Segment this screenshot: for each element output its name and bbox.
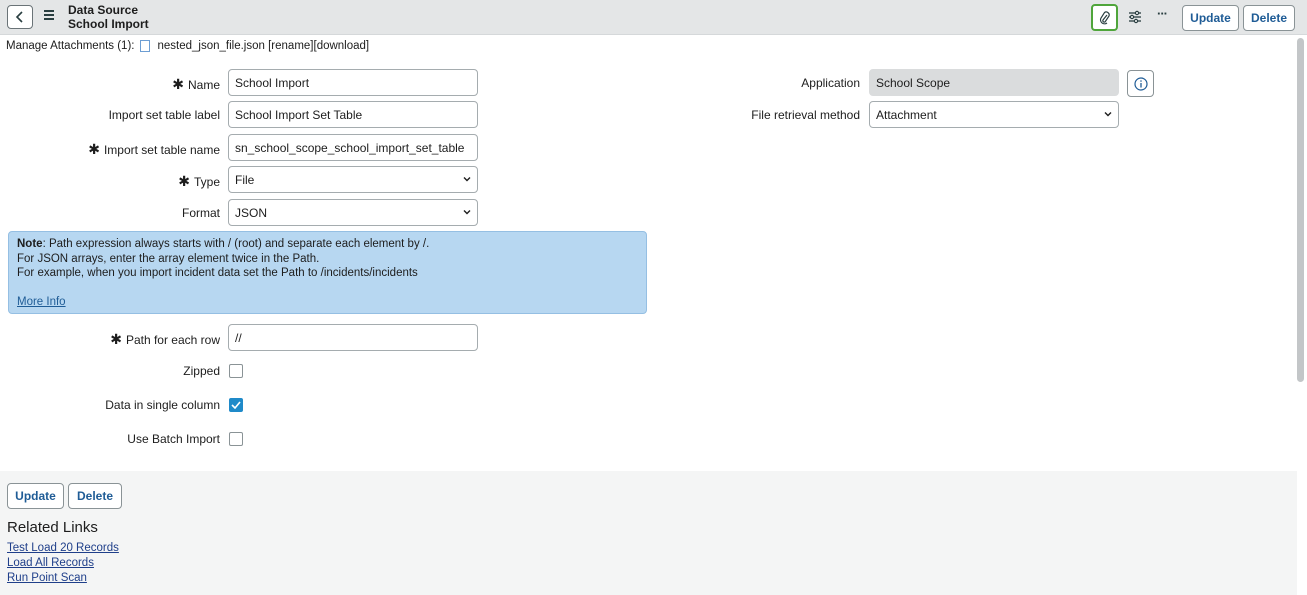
attachment-download-link[interactable]: [download] [314,40,370,52]
data-in-single-column-checkbox[interactable] [229,398,243,412]
info-icon [1133,76,1148,91]
related-links-heading: Related Links [7,519,98,536]
file-retrieval-method-label: File retrieval method [751,108,860,122]
header-update-button[interactable]: Update [1182,5,1239,31]
paperclip-icon [1099,10,1110,24]
mandatory-icon: ✱ [172,76,184,92]
path-for-each-row-label: ✱ Path for each row [110,331,220,347]
import-set-table-name-field[interactable]: sn_school_scope_school_import_set_table [228,134,478,161]
note-line-3: For example, when you import incident da… [17,267,418,279]
import-set-table-label-field[interactable]: School Import Set Table [228,101,478,128]
path-note: Note: Path expression always starts with… [8,231,647,314]
footer-delete-button[interactable]: Delete [68,483,122,509]
application-info-button[interactable] [1127,70,1154,97]
mandatory-icon: ✱ [110,331,122,347]
run-point-scan-link[interactable]: Run Point Scan [7,572,87,584]
footer-update-button[interactable]: Update [7,483,64,509]
zipped-checkbox[interactable] [229,364,243,378]
name-field[interactable]: School Import [228,69,478,96]
chevron-left-icon [15,11,23,23]
chevron-down-icon [463,177,471,182]
import-set-table-name-label: ✱ Import set table name [88,141,220,157]
personalize-form-button[interactable] [1127,9,1143,25]
form-title-record: School Import [68,17,149,31]
path-for-each-row-field[interactable]: // [228,324,478,351]
load-all-records-link[interactable]: Load All Records [7,557,94,569]
file-retrieval-method-value: Attachment [876,107,937,122]
type-select[interactable]: File [228,166,478,193]
type-label: ✱ Type [178,173,220,189]
manage-attachments: Manage Attachments (1): nested_json_file… [6,40,369,52]
type-select-value: File [235,172,255,187]
attachment-button[interactable] [1091,4,1118,31]
attachment-rename-link[interactable]: [rename] [268,40,313,52]
header-delete-button[interactable]: Delete [1243,5,1295,31]
form-footer [0,471,1297,595]
zipped-label: Zipped [183,364,220,378]
import-set-table-label-label: Import set table label [108,108,220,122]
application-field: School Scope [869,69,1119,96]
note-line-1: : Path expression always starts with / (… [42,238,430,250]
file-retrieval-method-select[interactable]: Attachment [869,101,1119,128]
note-title: Note [17,238,43,250]
more-info-link[interactable]: More Info [17,295,66,310]
form-title-table: Data Source [68,3,139,17]
form-header: Data Source School Import ··· Update Del… [0,0,1307,35]
menu-icon[interactable] [44,10,54,22]
note-line-2: For JSON arrays, enter the array element… [17,252,320,265]
mandatory-icon: ✱ [178,173,190,189]
chevron-down-icon [1104,112,1112,117]
chevron-down-icon [463,210,471,215]
data-in-single-column-label: Data in single column [105,398,220,412]
manage-attachments-label[interactable]: Manage Attachments (1): [6,40,134,52]
application-label: Application [801,76,860,90]
name-label: ✱ Name [172,76,220,92]
use-batch-import-checkbox[interactable] [229,432,243,446]
use-batch-import-label: Use Batch Import [127,432,220,446]
test-load-20-records-link[interactable]: Test Load 20 Records [7,542,119,554]
sliders-icon [1129,10,1141,24]
scrollbar[interactable] [1297,38,1304,382]
back-button[interactable] [7,5,33,29]
checkmark-icon [231,401,241,409]
format-select[interactable]: JSON [228,199,478,226]
file-icon [140,40,151,52]
more-options-button[interactable]: ··· [1157,6,1168,21]
form-title: Data Source School Import [68,3,149,31]
format-select-value: JSON [235,205,268,220]
format-label: Format [181,206,220,220]
mandatory-icon: ✱ [88,141,100,157]
attachment-file-name[interactable]: nested_json_file.json [157,40,264,52]
